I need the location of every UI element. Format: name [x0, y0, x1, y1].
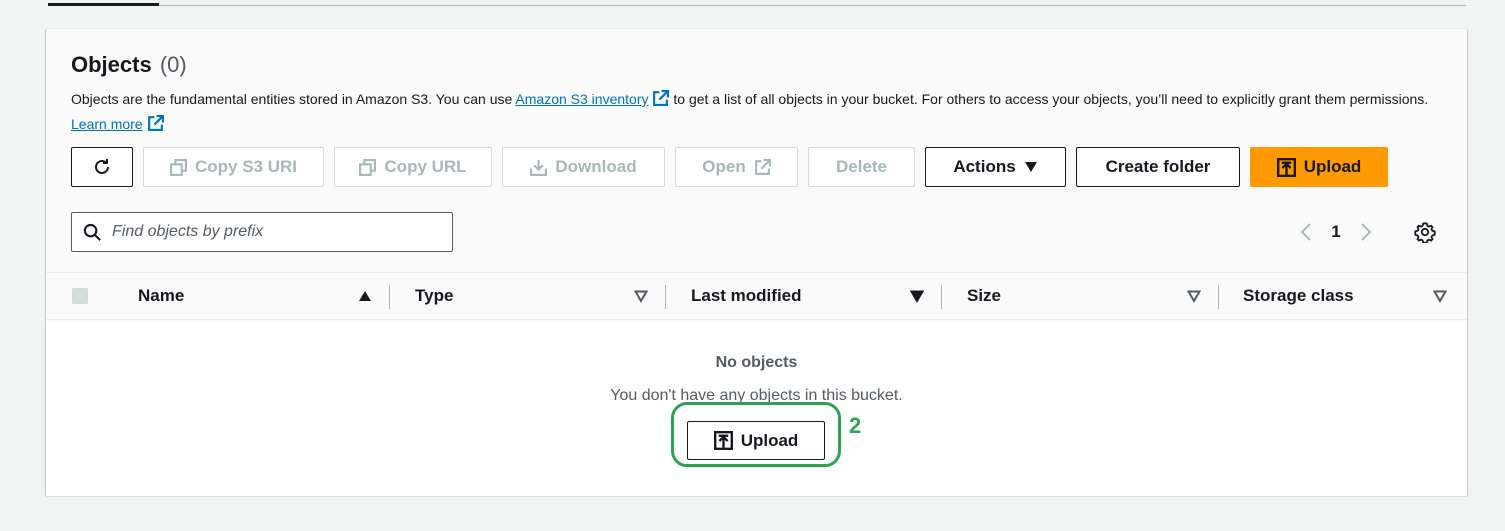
actions-dropdown-button[interactable]: Actions — [925, 147, 1066, 187]
copy-url-button[interactable]: Copy URL — [334, 147, 492, 187]
object-count: (0) — [159, 52, 187, 77]
column-header-type[interactable]: Type — [415, 273, 649, 319]
delete-label: Delete — [835, 157, 888, 176]
search-box — [71, 212, 453, 252]
column-label: Storage class — [1243, 286, 1354, 305]
create-folder-button[interactable]: Create folder — [1076, 147, 1240, 187]
page-title: Objects (0) — [71, 51, 1451, 79]
search-icon — [83, 223, 101, 241]
upload-label: Upload — [1303, 157, 1362, 176]
description-part-1: Objects are the fundamental entities sto… — [71, 91, 513, 107]
external-link-icon — [754, 158, 771, 175]
objects-header: Objects (0) Objects are the fundamental … — [71, 51, 1451, 137]
sort-caret-down-icon — [1187, 290, 1201, 303]
annotation-step-number: 2 — [849, 413, 862, 438]
copy-url-label: Copy URL — [384, 157, 467, 176]
learn-more-link[interactable]: Learn more — [71, 115, 164, 132]
gear-icon — [1414, 222, 1436, 243]
inventory-link-text: Amazon S3 inventory — [515, 91, 649, 107]
learn-more-text: Learn more — [71, 116, 143, 132]
select-all-checkbox[interactable] — [72, 288, 88, 304]
download-label: Download — [555, 157, 637, 176]
column-label: Type — [415, 286, 454, 305]
copy-icon — [359, 158, 377, 176]
sort-caret-down-icon — [634, 290, 648, 303]
copy-s3-uri-button[interactable]: Copy S3 URI — [143, 147, 324, 187]
download-icon — [530, 159, 548, 176]
delete-button[interactable]: Delete — [808, 147, 915, 187]
sort-caret-down-icon — [1433, 290, 1447, 303]
external-link-icon — [653, 90, 670, 106]
empty-state-upload-label: Upload — [740, 430, 799, 450]
chevron-right-icon — [1361, 223, 1372, 241]
upload-icon — [1276, 157, 1296, 177]
table-header: Name Type Last modified Size Storage cla… — [46, 272, 1467, 320]
description-part-2: to get a list of all objects in your buc… — [673, 91, 1429, 107]
column-label: Name — [138, 286, 185, 305]
next-page-button[interactable] — [1351, 217, 1381, 247]
refresh-button[interactable] — [71, 147, 133, 187]
column-divider — [1218, 285, 1219, 309]
column-divider — [665, 285, 666, 309]
chevron-left-icon — [1300, 223, 1311, 241]
copy-icon — [169, 158, 187, 176]
sort-ascending-icon — [359, 291, 371, 301]
column-header-last-modified[interactable]: Last modified — [691, 273, 925, 319]
pagination: 1 — [1291, 217, 1381, 247]
empty-state-upload-button[interactable]: Upload — [687, 421, 825, 460]
copy-s3-uri-label: Copy S3 URI — [194, 157, 298, 176]
objects-container: Objects (0) Objects are the fundamental … — [46, 28, 1467, 496]
refresh-icon — [95, 159, 109, 174]
objects-description: Objects are the fundamental entities sto… — [71, 87, 1446, 137]
open-button[interactable]: Open — [675, 147, 798, 187]
preferences-button[interactable] — [1412, 219, 1438, 245]
page-number[interactable]: 1 — [1321, 222, 1351, 242]
empty-state-title: No objects — [715, 354, 798, 371]
inventory-link[interactable]: Amazon S3 inventory — [515, 90, 670, 107]
column-divider — [389, 285, 390, 309]
column-header-name[interactable]: Name — [138, 273, 372, 319]
title-text: Objects — [71, 52, 152, 77]
empty-state-message: You don't have any objects in this bucke… — [610, 387, 903, 404]
create-folder-label: Create folder — [1105, 157, 1211, 176]
active-tab-indicator — [48, 3, 159, 6]
previous-page-button[interactable] — [1291, 217, 1321, 247]
sort-caret-down-icon — [910, 290, 924, 303]
upload-button[interactable]: Upload — [1250, 147, 1388, 187]
external-link-icon — [147, 115, 164, 131]
search-input[interactable] — [112, 223, 432, 241]
column-divider — [941, 285, 942, 309]
open-label: Open — [702, 157, 746, 176]
table-body-empty-state: No objects You don't have any objects in… — [46, 321, 1467, 496]
upload-icon — [713, 431, 733, 450]
column-header-storage-class[interactable]: Storage class — [1243, 273, 1447, 319]
tab-strip-divider — [48, 5, 1466, 6]
actions-label: Actions — [953, 157, 1016, 176]
column-label: Last modified — [691, 286, 802, 305]
caret-down-icon — [1024, 162, 1037, 172]
column-header-size[interactable]: Size — [967, 273, 1201, 319]
download-button[interactable]: Download — [502, 147, 665, 187]
column-label: Size — [967, 286, 1002, 305]
